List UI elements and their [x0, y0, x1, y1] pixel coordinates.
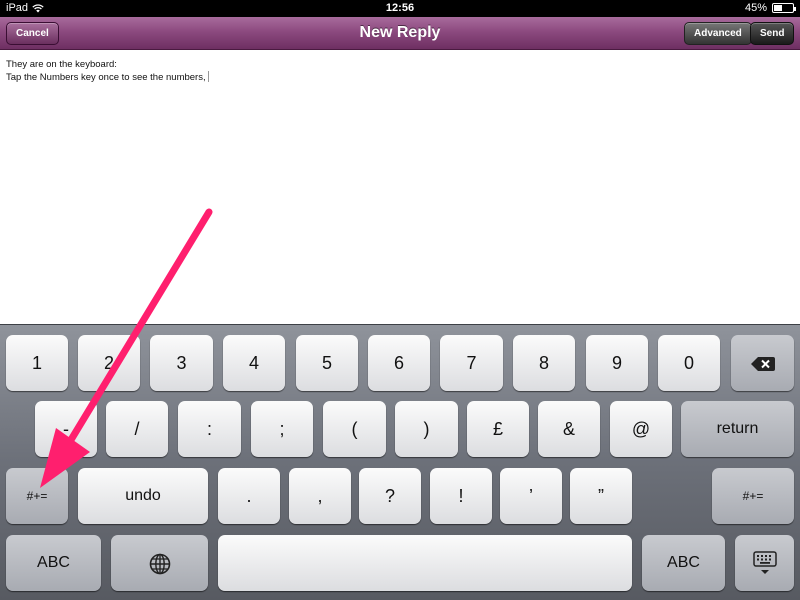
key-5[interactable]: 5	[296, 335, 358, 391]
send-button[interactable]: Send	[750, 22, 795, 45]
text-line: Tap the Numbers key once to see the numb…	[6, 72, 206, 83]
key-2[interactable]: 2	[78, 335, 140, 391]
advanced-button[interactable]: Advanced	[684, 22, 752, 45]
status-time: 12:56	[385, 2, 415, 14]
space-key[interactable]	[218, 535, 632, 591]
backspace-key[interactable]	[731, 335, 794, 391]
status-bar: iPad 12:56 45%	[0, 0, 800, 17]
key-1[interactable]: 1	[6, 335, 68, 391]
key-close-paren[interactable]: )	[395, 401, 458, 457]
key-colon[interactable]: :	[178, 401, 241, 457]
text-line: They are on the keyboard:	[6, 59, 117, 70]
key-exclamation[interactable]: !	[430, 468, 492, 524]
battery-icon	[772, 3, 796, 13]
abc-key-right[interactable]: ABC	[642, 535, 725, 591]
return-key[interactable]: return	[681, 401, 794, 457]
key-6[interactable]: 6	[368, 335, 430, 391]
keyboard-dismiss-icon	[752, 551, 777, 575]
reply-text-area[interactable]: They are on the keyboard: Tap the Number…	[0, 51, 800, 324]
key-4[interactable]: 4	[223, 335, 285, 391]
undo-key[interactable]: undo	[78, 468, 208, 524]
key-apostrophe[interactable]: ’	[500, 468, 562, 524]
key-slash[interactable]: /	[106, 401, 168, 457]
key-9[interactable]: 9	[586, 335, 648, 391]
battery-fill	[774, 5, 783, 11]
key-7[interactable]: 7	[440, 335, 503, 391]
key-semicolon[interactable]: ;	[251, 401, 313, 457]
abc-key-left[interactable]: ABC	[6, 535, 101, 591]
globe-key[interactable]	[111, 535, 208, 591]
page-title: New Reply	[359, 24, 441, 41]
key-quote[interactable]: ”	[570, 468, 632, 524]
key-8[interactable]: 8	[513, 335, 575, 391]
navigation-bar: Cancel New Reply Advanced Send	[0, 17, 800, 50]
key-hyphen[interactable]: -	[35, 401, 97, 457]
text-line-with-caret: Tap the Numbers key once to see the numb…	[6, 71, 209, 83]
globe-icon	[149, 553, 170, 575]
dismiss-keyboard-key[interactable]	[735, 535, 794, 591]
battery-percent: 45%	[744, 2, 767, 14]
key-at[interactable]: @	[610, 401, 672, 457]
key-question[interactable]: ?	[359, 468, 421, 524]
symbols-key-left[interactable]: #+=	[6, 468, 68, 524]
numbers-keyboard: 1 2 3 4 5 6 7 8 9 0 - / : ; ( ) £ & @ re…	[0, 324, 800, 600]
key-pound[interactable]: £	[467, 401, 529, 457]
backspace-icon	[750, 357, 775, 372]
status-right: 45%	[744, 2, 796, 14]
symbols-key-right[interactable]: #+=	[712, 468, 794, 524]
key-0[interactable]: 0	[658, 335, 720, 391]
key-ampersand[interactable]: &	[538, 401, 600, 457]
key-open-paren[interactable]: (	[323, 401, 386, 457]
key-3[interactable]: 3	[150, 335, 213, 391]
key-comma[interactable]: ,	[289, 468, 351, 524]
text-caret	[207, 71, 209, 82]
key-period[interactable]: .	[218, 468, 280, 524]
